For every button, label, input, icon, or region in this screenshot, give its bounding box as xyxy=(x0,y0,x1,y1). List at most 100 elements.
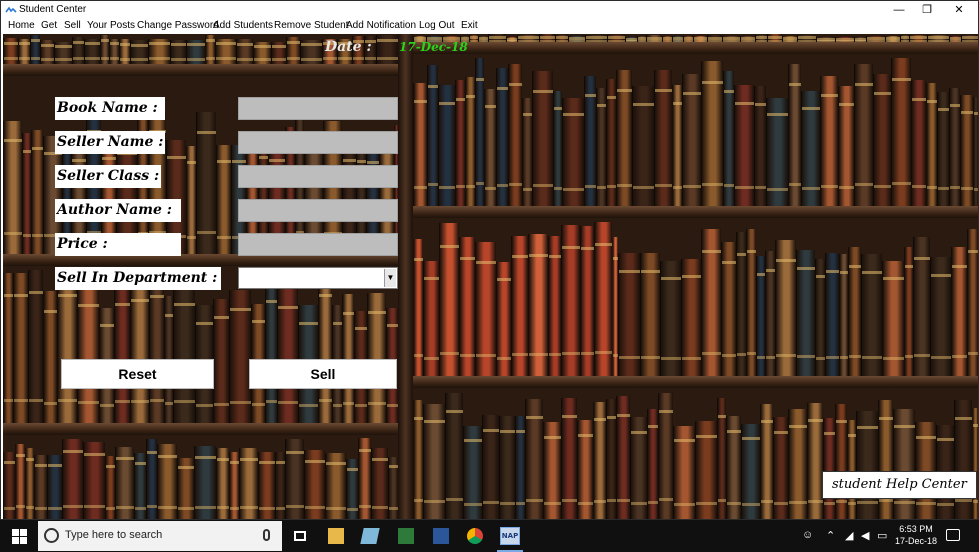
book-spine xyxy=(788,409,807,519)
menu-sell[interactable]: Sell xyxy=(64,20,81,31)
book-spine xyxy=(173,283,195,423)
book-spine xyxy=(388,456,398,519)
book-spine xyxy=(882,260,904,376)
task-view-icon[interactable] xyxy=(283,520,317,552)
book-spine xyxy=(77,285,99,423)
app-icon xyxy=(5,6,17,13)
book-spine xyxy=(508,63,522,206)
system-clock[interactable]: 6:53 PM 17-Dec-18 xyxy=(890,523,942,547)
book-spine xyxy=(835,404,847,519)
sell-button[interactable]: Sell xyxy=(249,359,397,389)
book-spine xyxy=(205,34,215,64)
word-icon[interactable] xyxy=(424,520,458,552)
book-spine xyxy=(930,257,951,376)
book-spine xyxy=(216,447,229,519)
windows-start-icon[interactable] xyxy=(0,520,38,552)
book-spine xyxy=(367,292,386,423)
book-spine xyxy=(913,237,930,376)
file-explorer-icon[interactable] xyxy=(319,520,353,552)
help-center-button[interactable]: student Help Center xyxy=(822,471,977,499)
book-spine xyxy=(775,240,796,376)
book-spine xyxy=(801,90,820,206)
restore-button[interactable]: ❐ xyxy=(913,1,941,19)
menu-add-notification[interactable]: Add Notification xyxy=(346,20,416,31)
book-spine xyxy=(413,238,423,376)
book-spine xyxy=(475,57,484,206)
book-spine xyxy=(300,39,322,64)
menu-change-password[interactable]: Change Password xyxy=(137,20,219,31)
book-spine xyxy=(31,129,43,254)
book-spine xyxy=(482,414,499,519)
book-row xyxy=(3,268,398,423)
window-title: Student Center xyxy=(19,4,87,15)
book-spine xyxy=(760,404,773,519)
book-spine xyxy=(3,37,18,64)
book-spine xyxy=(105,455,115,519)
book-spine xyxy=(100,34,109,64)
minimize-button[interactable]: — xyxy=(885,1,913,19)
book-spine xyxy=(951,246,967,376)
book-spine xyxy=(186,146,196,254)
book-spine xyxy=(177,457,194,519)
chrome-icon[interactable] xyxy=(458,520,492,552)
book-spine xyxy=(553,90,562,206)
menu-get[interactable]: Get xyxy=(41,20,57,31)
book-spine xyxy=(807,402,823,519)
menu-exit[interactable]: Exit xyxy=(461,20,478,31)
book-spine xyxy=(277,286,298,423)
book-spine xyxy=(891,57,911,206)
app-icon-taskbar[interactable] xyxy=(389,520,423,552)
price-input[interactable] xyxy=(238,233,398,256)
book-row xyxy=(413,56,978,206)
book-spine xyxy=(30,35,40,64)
notepad-icon[interactable] xyxy=(353,520,387,552)
book-spine xyxy=(788,63,801,206)
close-button[interactable]: ✕ xyxy=(945,1,973,19)
book-name-input[interactable] xyxy=(238,97,398,120)
book-spine xyxy=(376,34,398,64)
nap-app-icon[interactable]: NAP xyxy=(493,520,527,552)
book-spine xyxy=(271,41,286,64)
book-spine xyxy=(838,86,854,206)
taskbar-search-box[interactable]: Type here to search xyxy=(38,521,282,551)
book-spine xyxy=(856,410,878,519)
book-spine xyxy=(318,272,332,423)
book-spine xyxy=(413,400,423,519)
chevron-down-icon[interactable]: ▼ xyxy=(384,269,396,287)
seller-name-input[interactable] xyxy=(238,131,398,154)
people-icon[interactable]: ☺ xyxy=(802,529,813,541)
menu-your-posts[interactable]: Your Posts xyxy=(87,20,135,31)
book-spine xyxy=(647,409,658,519)
menu-home[interactable]: Home xyxy=(8,20,35,31)
notification-icon[interactable] xyxy=(946,529,960,541)
book-spine xyxy=(672,84,682,206)
book-spine xyxy=(820,75,838,206)
menu-log-out[interactable]: Log Out xyxy=(419,20,455,31)
book-spine xyxy=(618,252,640,376)
author-name-input[interactable] xyxy=(238,199,398,222)
seller-class-input[interactable] xyxy=(238,165,398,188)
network-icon[interactable]: ◢ xyxy=(845,529,853,542)
book-spine xyxy=(596,87,606,206)
book-spine xyxy=(83,441,105,519)
book-spine xyxy=(496,262,511,376)
battery-icon[interactable]: ▭ xyxy=(877,529,887,542)
chevron-up-icon[interactable]: ⌃ xyxy=(826,529,835,542)
microphone-icon[interactable] xyxy=(263,529,270,541)
book-spine xyxy=(765,251,775,376)
book-spine xyxy=(72,37,84,64)
book-spine xyxy=(717,397,726,519)
book-spine xyxy=(114,283,130,423)
book-spine xyxy=(606,399,616,519)
book-spine xyxy=(723,71,734,206)
speaker-icon[interactable]: ◀ xyxy=(861,529,869,542)
book-spine xyxy=(84,38,100,64)
menu-add-students[interactable]: Add Students xyxy=(213,20,273,31)
book-spine xyxy=(973,96,978,206)
department-select[interactable]: ▼ xyxy=(238,267,398,289)
menu-remove-student[interactable]: Remove Student xyxy=(274,20,349,31)
book-spine xyxy=(616,396,630,519)
book-spine xyxy=(465,77,475,206)
book-spine xyxy=(593,401,606,519)
reset-button[interactable]: Reset xyxy=(61,359,214,389)
